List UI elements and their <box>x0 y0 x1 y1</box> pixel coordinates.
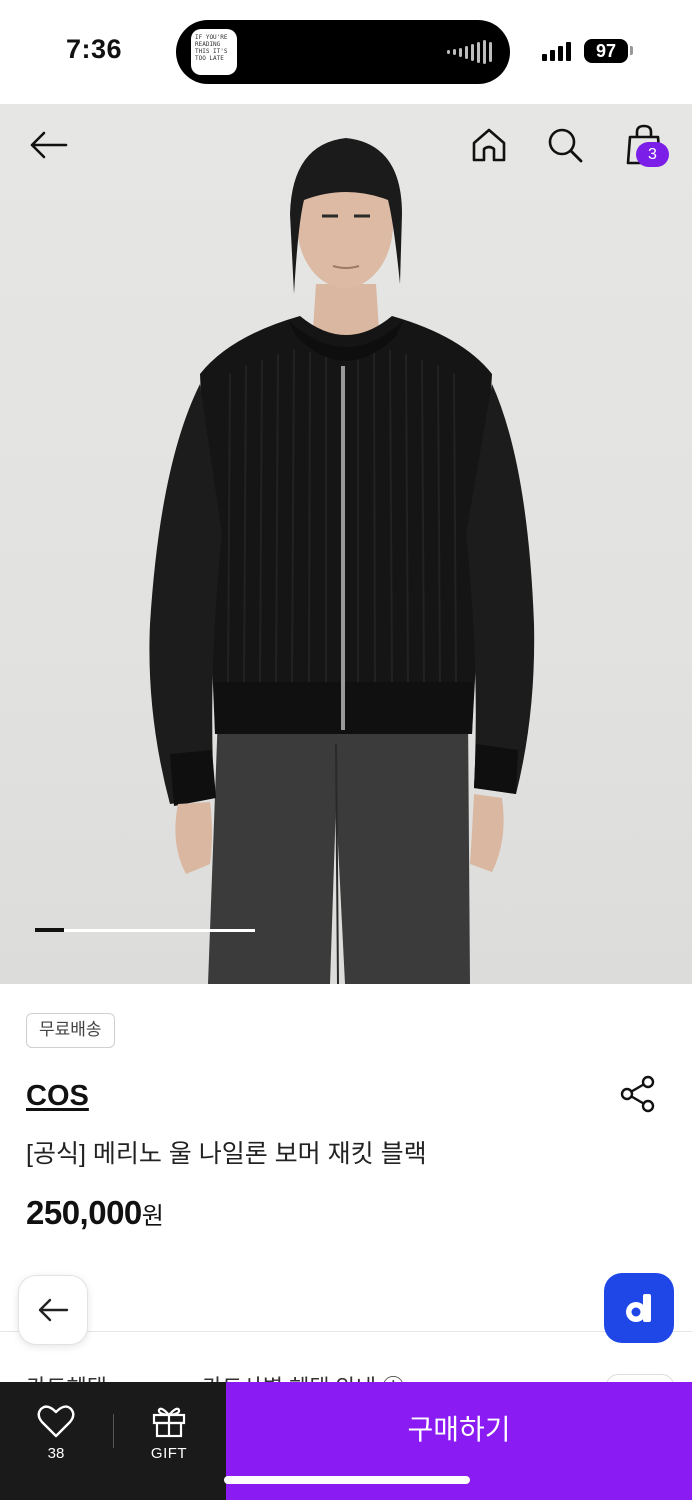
share-button[interactable] <box>618 1074 658 1114</box>
gift-label: GIFT <box>150 1445 188 1462</box>
battery-tip <box>630 46 633 55</box>
section-divider <box>0 1331 692 1332</box>
search-icon <box>548 128 583 163</box>
app-logo-button[interactable] <box>604 1273 674 1343</box>
status-time: 7:36 <box>66 34 123 64</box>
cart-count-badge: 3 <box>636 142 669 167</box>
like-button[interactable]: 38 <box>20 1404 92 1468</box>
audio-waveform-icon <box>447 40 492 64</box>
like-count: 38 <box>47 1445 65 1462</box>
brand-d-logo-icon <box>626 1294 651 1322</box>
bottom-bar-left: 38 GIFT <box>0 1382 226 1500</box>
gallery-progress-track <box>35 929 255 932</box>
back-arrow-icon <box>38 1298 69 1322</box>
home-icon <box>472 128 506 162</box>
free-shipping-badge: 무료배송 <box>26 1013 115 1048</box>
price-value: 250,000 <box>26 1194 142 1231</box>
product-image-gallery[interactable]: 3 <box>0 104 692 984</box>
home-indicator <box>224 1476 470 1484</box>
now-playing-artwork: IF YOU'RE READING THIS IT'S TOO LATE <box>191 29 237 75</box>
gift-icon <box>152 1407 186 1438</box>
price-unit: 원 <box>141 1203 164 1230</box>
brand-link[interactable]: COS <box>26 1080 89 1113</box>
share-icon <box>620 1075 655 1113</box>
battery-icon: 97 <box>584 39 628 63</box>
cellular-signal-icon <box>542 42 571 61</box>
dynamic-island[interactable]: IF YOU'RE READING THIS IT'S TOO LATE <box>176 20 510 84</box>
home-button[interactable] <box>466 122 512 168</box>
product-price: 250,000원 <box>26 1194 164 1232</box>
back-arrow-icon <box>30 131 68 159</box>
gallery-progress-fill <box>35 928 64 932</box>
floating-back-button[interactable] <box>18 1275 88 1345</box>
back-button[interactable] <box>22 124 74 166</box>
gift-button[interactable]: GIFT <box>134 1404 204 1468</box>
bottom-bar-divider <box>113 1414 114 1448</box>
heart-icon <box>37 1405 75 1438</box>
product-photo <box>149 138 535 984</box>
product-name: [공식] 메리노 울 나일론 보머 재킷 블랙 <box>26 1140 427 1168</box>
status-bar: 7:36 IF YOU'RE READING THIS IT'S TOO LAT… <box>0 0 692 104</box>
search-button[interactable] <box>542 122 588 168</box>
